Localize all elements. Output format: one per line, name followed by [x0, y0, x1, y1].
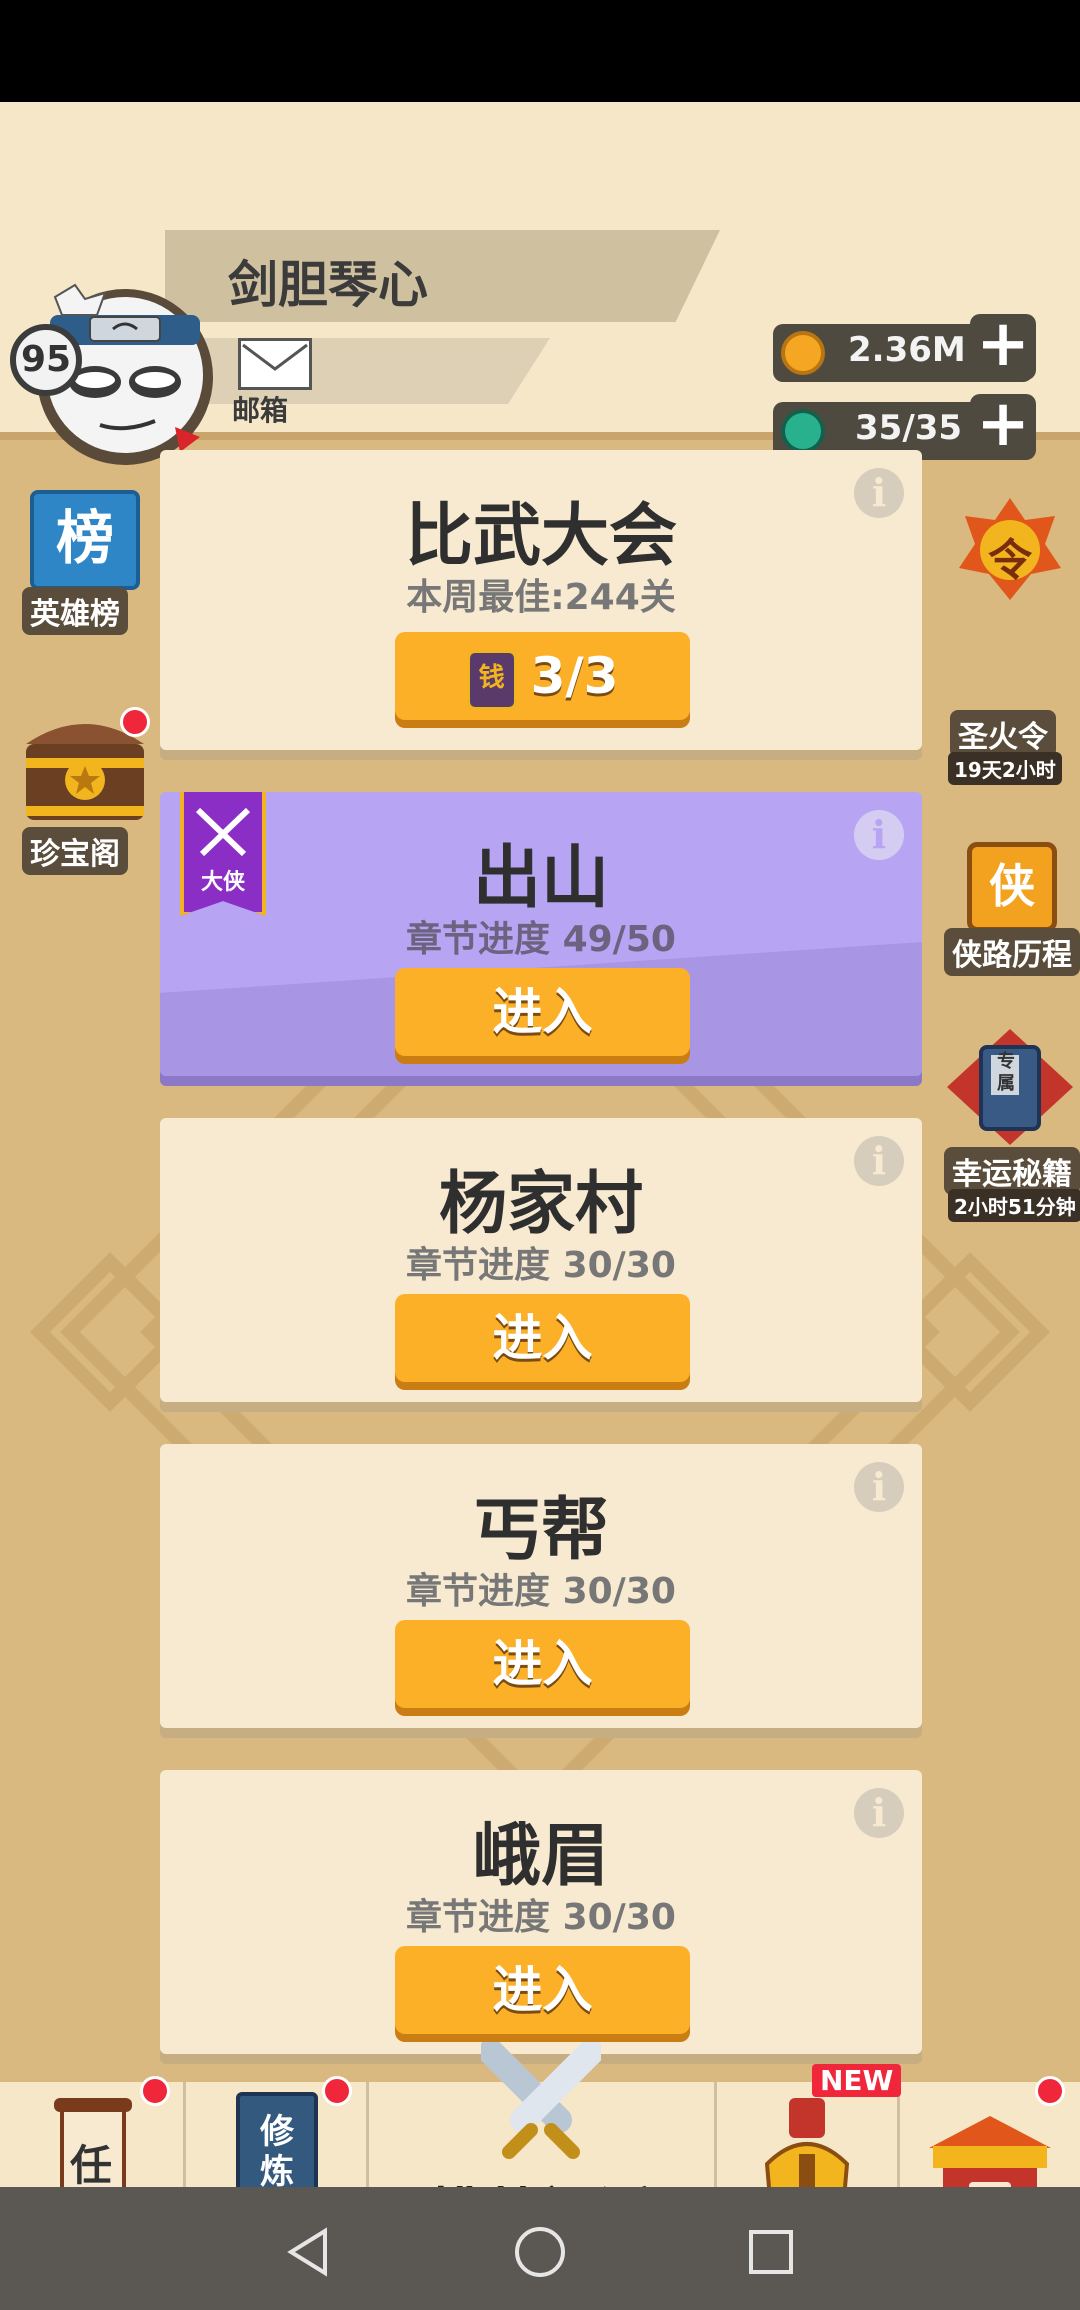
stamina-value: 35/35	[855, 408, 963, 448]
leaderboard-label[interactable]: 英雄榜	[22, 587, 128, 635]
lucky-manual-icon[interactable]: 专属	[945, 1027, 1075, 1147]
system-nav-bar	[0, 2187, 1080, 2310]
mail-icon[interactable]	[238, 338, 312, 390]
card-subtitle: 章节进度 30/30	[406, 1245, 676, 1286]
card-title: 丐帮	[472, 1491, 609, 1570]
add-coins-button[interactable]: +	[970, 312, 1036, 380]
bottom-nav: 任 修炼 挑战门派 NEW	[0, 2042, 1080, 2187]
arena-tickets-button[interactable]: 钱 3/3	[395, 632, 690, 720]
tasks-notification-dot	[140, 2076, 170, 2106]
ticket-icon: 钱	[466, 649, 517, 710]
game-screen: 剑胆琴心 95 邮箱 2.36M + 35/35 + 榜 英雄榜 珍宝阁 令 圣…	[0, 102, 1080, 2187]
enter-button[interactable]: 进入	[395, 1620, 690, 1708]
training-icon-label: 修炼	[260, 2112, 294, 2187]
lucky-manual-label[interactable]: 幸运秘籍	[944, 1147, 1080, 1195]
stage-card-chushan[interactable]: i 大侠 出山 章节进度 49/50 进入	[160, 792, 922, 1076]
sacred-fire-token-icon[interactable]: 令	[955, 494, 1065, 604]
enter-button[interactable]: 进入	[395, 968, 690, 1056]
recents-icon[interactable]	[748, 2229, 794, 2275]
home-icon[interactable]	[513, 2225, 567, 2279]
tab-challenge-sects[interactable]: 挑战门派	[369, 2042, 714, 2187]
collection-icon-label: 收	[973, 2180, 1011, 2187]
card-title: 峨眉	[472, 1817, 609, 1896]
top-header: 剑胆琴心 95 邮箱 2.36M + 35/35 +	[0, 102, 1080, 465]
equipment-icon	[764, 2098, 850, 2187]
stage-card-emei[interactable]: i 峨眉 章节进度 30/30 进入	[160, 1770, 922, 2054]
new-badge: NEW	[812, 2064, 902, 2097]
card-title: 出山	[472, 839, 609, 918]
enter-button[interactable]: 进入	[395, 1946, 690, 2034]
card-subtitle: 章节进度 30/30	[406, 1571, 676, 1612]
stamina-icon	[781, 409, 825, 453]
treasure-label[interactable]: 珍宝阁	[22, 827, 128, 875]
lucky-manual-timer: 2小时51分钟	[948, 1189, 1080, 1222]
crossed-swords-icon	[481, 2042, 601, 2159]
tickets-count: 3/3	[530, 647, 619, 705]
challenge-sects-label: 挑战门派	[369, 2170, 714, 2187]
stage-card-yangjiacun[interactable]: i 杨家村 章节进度 30/30 进入	[160, 1118, 922, 1402]
card-subtitle: 章节进度 49/50	[406, 919, 676, 960]
tab-equipment[interactable]	[717, 2082, 897, 2187]
coin-icon	[781, 331, 825, 375]
card-title: 比武大会	[404, 497, 677, 576]
status-bar	[0, 0, 1080, 102]
card-subtitle: 章节进度 30/30	[406, 1897, 676, 1938]
level-badge: 95	[10, 324, 82, 396]
task-icon-label: 任	[70, 2141, 113, 2187]
collection-notification-dot	[1035, 2076, 1065, 2106]
enter-button[interactable]: 进入	[395, 1294, 690, 1382]
card-subtitle: 本周最佳:244关	[406, 577, 676, 618]
leaderboard-icon[interactable]: 榜	[30, 490, 140, 590]
coin-value: 2.36M	[848, 330, 966, 370]
hero-journey-icon[interactable]: 侠	[967, 842, 1057, 932]
player-name: 剑胆琴心	[228, 256, 428, 314]
back-icon[interactable]	[285, 2227, 331, 2277]
card-title: 杨家村	[438, 1165, 643, 1244]
training-notification-dot	[322, 2076, 352, 2106]
add-stamina-button[interactable]: +	[970, 392, 1036, 460]
stage-card-gaibang[interactable]: i 丐帮 章节进度 30/30 进入	[160, 1444, 922, 1728]
pavilion-icon	[929, 2116, 1051, 2187]
arena-card[interactable]: i 比武大会 本周最佳:244关 钱 3/3	[160, 450, 922, 750]
treasure-notification-dot	[120, 707, 150, 737]
hero-journey-label[interactable]: 侠路历程	[944, 928, 1080, 976]
mail-label[interactable]: 邮箱	[232, 389, 288, 429]
